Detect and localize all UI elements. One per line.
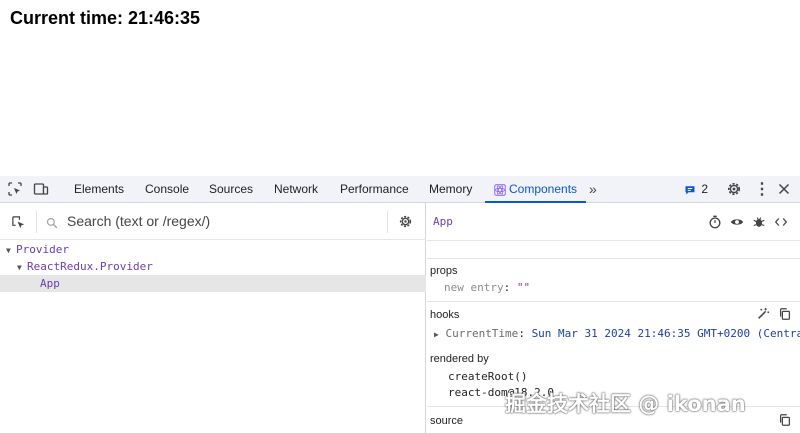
bug-icon[interactable] (752, 215, 766, 229)
component-tree-panel: Search (text or /regex/) ▼ Provider ▼ Reac… (0, 203, 426, 433)
source-section-label: source (430, 415, 464, 427)
select-element-icon[interactable] (11, 215, 26, 230)
tree-node-label: App (40, 277, 60, 290)
issues-counter[interactable]: 2 (684, 176, 708, 203)
copy-icon[interactable] (778, 307, 792, 321)
message-icon (685, 186, 695, 195)
caret-right-icon[interactable]: ▶ (434, 330, 439, 339)
tab-elements[interactable]: Elements (74, 176, 124, 203)
tab-network[interactable]: Network (274, 176, 318, 203)
eye-icon[interactable] (730, 215, 744, 229)
search-divider (36, 211, 37, 233)
page-heading: Current time: 21:46:35 (10, 8, 201, 28)
settings-gear-icon[interactable] (726, 181, 742, 197)
hook-row[interactable]: ▶ CurrentTime: Sun Mar 31 2024 21:46:35 … (434, 327, 800, 340)
rendered-by-item[interactable]: createRoot() (448, 370, 527, 383)
view-source-icon[interactable] (774, 215, 788, 229)
tab-console[interactable]: Console (145, 176, 189, 203)
props-section-label: props (430, 265, 458, 277)
tree-node-provider[interactable]: ▼ Provider (0, 241, 426, 258)
tab-components-label: Components (509, 182, 578, 196)
component-search-bar: Search (text or /regex/) (0, 203, 426, 240)
watermark: 掘金技术社区 @ ikonan (505, 392, 746, 416)
prop-value[interactable]: "" (517, 281, 530, 294)
divider (427, 258, 800, 259)
selected-component-title: App (433, 215, 453, 228)
divider (427, 301, 800, 302)
double-chevron-right-icon[interactable]: » (589, 176, 597, 203)
tree-node-app[interactable]: App (0, 275, 426, 292)
settings-gear-icon[interactable] (398, 214, 413, 229)
rendered-by-section-label: rendered by (430, 353, 489, 365)
search-divider-right (387, 211, 388, 233)
more-options-icon[interactable]: ⋮ (754, 176, 770, 203)
inspector-header: App (427, 203, 800, 240)
device-toolbar-icon[interactable] (33, 181, 49, 197)
hook-key: CurrentTime (445, 327, 519, 340)
tab-sources[interactable]: Sources (209, 176, 253, 203)
caret-down-icon[interactable]: ▼ (17, 259, 27, 276)
search-icon (46, 217, 58, 229)
stopwatch-icon[interactable] (708, 215, 722, 229)
prop-key: new entry (444, 281, 504, 294)
hook-value[interactable]: Sun Mar 31 2024 21:46:35 GMT+0200 (Centr… (532, 327, 800, 340)
prop-row[interactable]: new entry: "" (444, 281, 530, 294)
hooks-section-label: hooks (430, 309, 460, 321)
tab-performance[interactable]: Performance (340, 176, 409, 203)
issues-count: 2 (701, 182, 709, 196)
tree-node-label: ReactRedux.Provider (27, 260, 153, 273)
tab-memory[interactable]: Memory (429, 176, 472, 203)
caret-down-icon[interactable]: ▼ (6, 242, 16, 259)
react-icon (494, 184, 506, 196)
tree-node-reactredux-provider[interactable]: ▼ ReactRedux.Provider (0, 258, 426, 275)
tree-node-label: Provider (16, 243, 69, 256)
copy-icon[interactable] (778, 413, 792, 427)
search-input[interactable]: Search (text or /regex/) (67, 213, 210, 229)
parse-hook-names-icon[interactable] (756, 307, 770, 321)
tab-components[interactable]: Components (485, 176, 587, 203)
inspect-element-icon[interactable] (7, 181, 23, 197)
close-icon[interactable] (776, 181, 792, 197)
devtools-tabbar: Elements Console Sources Network Perform… (0, 176, 800, 203)
divider (427, 240, 800, 241)
